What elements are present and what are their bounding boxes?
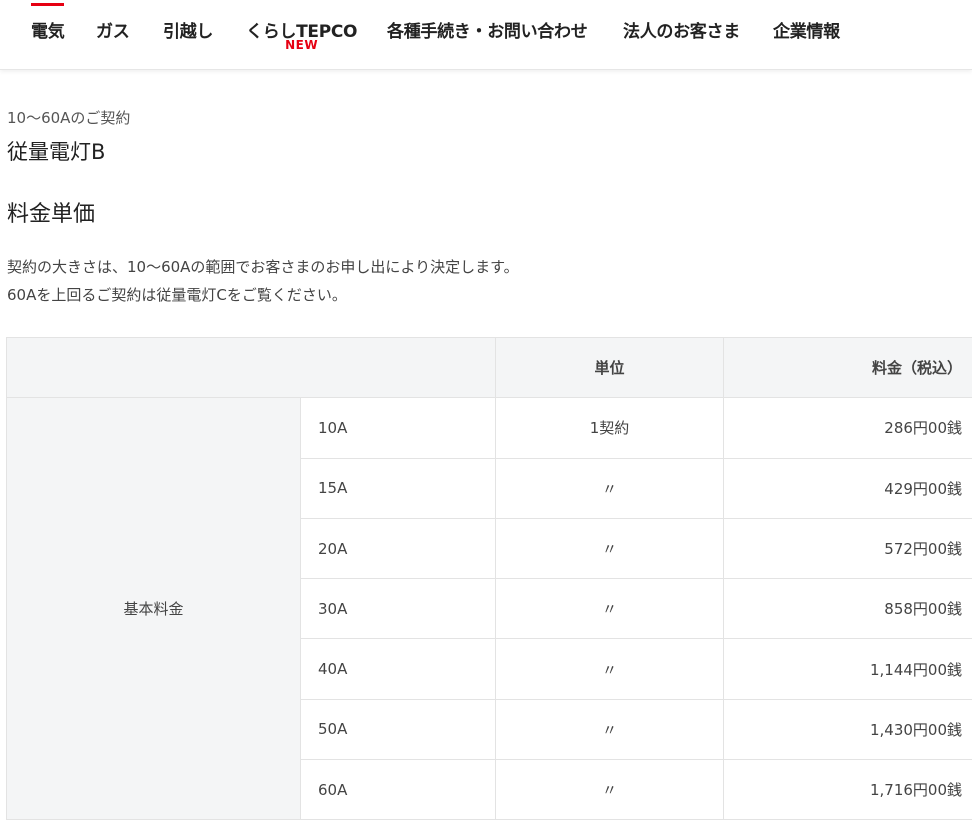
header-price: 料金（税込） — [723, 336, 972, 399]
group-label-basic-charge: 基本料金 — [6, 397, 301, 821]
cell-unit: 〃 — [495, 759, 724, 821]
description-line-2: 60Aを上回るご契約は従量電灯Cをご覧ください。 — [7, 286, 347, 304]
cell-size: 15A — [300, 457, 496, 519]
cell-size: 50A — [300, 698, 496, 761]
cell-price: 572円00銭 — [723, 517, 972, 580]
nav-item-kurashi-tepco[interactable]: くらしTEPCO NEW — [246, 17, 358, 52]
nav-item-label: 電気 — [31, 22, 65, 42]
section-title: 料金単価 — [7, 202, 96, 227]
cell-unit: 1契約 — [495, 397, 724, 459]
cell-price: 1,144円00銭 — [723, 638, 972, 700]
header-label-cell — [6, 336, 496, 399]
header-unit: 単位 — [495, 336, 724, 399]
cell-size: 20A — [300, 517, 496, 580]
nav-item-label: 引越し — [163, 22, 214, 42]
cell-size: 10A — [300, 397, 496, 459]
table-header-row: 単位 料金（税込） — [6, 336, 972, 399]
table-row: 基本料金 10A 1契約 286円00銭 — [6, 397, 972, 821]
cell-price: 429円00銭 — [723, 457, 972, 519]
nav-item-label: ガス — [96, 22, 130, 42]
nav-item-label: 法人のお客さま — [623, 22, 740, 42]
global-nav: 電気 ガス 引越し くらしTEPCO NEW 各種手続き・お問い合わせ 法人のお客… — [0, 0, 972, 70]
cell-unit: 〃 — [495, 578, 724, 640]
nav-item-corporate-info[interactable]: 企業情報 — [773, 17, 840, 42]
cell-price: 286円00銭 — [723, 397, 972, 459]
cell-price: 858円00銭 — [723, 578, 972, 640]
cell-size: 40A — [300, 638, 496, 700]
nav-item-gas[interactable]: ガス — [96, 17, 130, 42]
nav-item-business-customers[interactable]: 法人のお客さま — [623, 17, 740, 42]
nav-item-label: 各種手続き・お問い合わせ — [387, 22, 588, 42]
new-badge: NEW — [285, 38, 319, 52]
cell-price: 1,716円00銭 — [723, 759, 972, 821]
cell-unit: 〃 — [495, 517, 724, 580]
plan-title: 従量電灯B — [7, 140, 106, 164]
cell-price: 1,430円00銭 — [723, 698, 972, 761]
nav-item-electricity[interactable]: 電気 — [31, 3, 65, 42]
cell-unit: 〃 — [495, 698, 724, 761]
nav-item-procedures-contact[interactable]: 各種手続き・お問い合わせ — [387, 17, 588, 42]
rate-table: 単位 料金（税込） 基本料金 10A 1契約 286円00銭 15A 〃 429… — [6, 336, 972, 821]
plan-eyebrow: 10～60Aのご契約 — [7, 109, 131, 127]
cell-unit: 〃 — [495, 638, 724, 700]
cell-size: 30A — [300, 578, 496, 640]
cell-size: 60A — [300, 759, 496, 821]
nav-item-moving[interactable]: 引越し — [163, 17, 213, 42]
description-line-1: 契約の大きさは、10～60Aの範囲でお客さまのお申し出により決定します。 — [7, 258, 519, 276]
cell-unit: 〃 — [495, 457, 724, 519]
nav-item-label: 企業情報 — [773, 22, 840, 42]
